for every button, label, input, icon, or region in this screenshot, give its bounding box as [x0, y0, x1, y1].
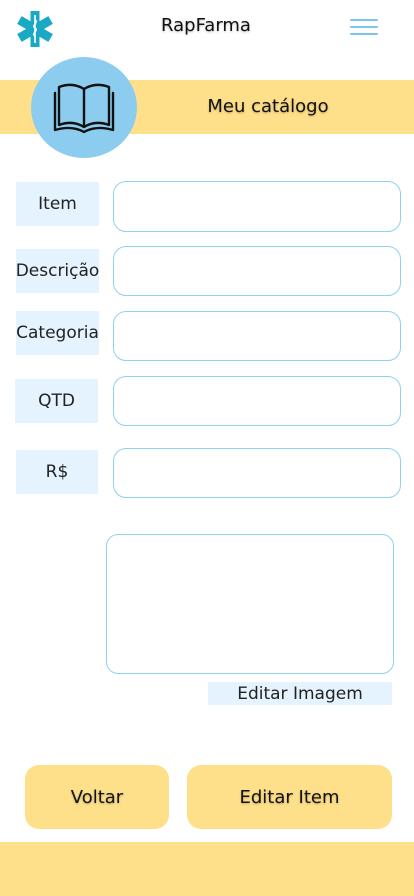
quantity-input[interactable] [113, 376, 401, 426]
item-input[interactable] [113, 181, 401, 232]
price-input[interactable] [113, 448, 401, 498]
edit-item-button[interactable]: Editar Item [187, 765, 392, 829]
category-input[interactable] [113, 311, 401, 361]
description-input[interactable] [113, 246, 401, 296]
item-label: Item [16, 182, 99, 226]
top-bar: RapFarma [0, 0, 414, 56]
quantity-label: QTD [15, 379, 98, 423]
category-label: Categoria [16, 311, 99, 355]
description-label: Descrição [16, 249, 99, 293]
hamburger-menu-icon[interactable] [349, 18, 379, 36]
page-title: Meu catálogo [207, 96, 329, 117]
item-image-preview[interactable] [106, 534, 394, 674]
price-label: R$ [16, 450, 98, 494]
open-book-icon [31, 57, 137, 158]
footer-bar [0, 842, 414, 896]
edit-image-button[interactable]: Editar Imagem [208, 682, 392, 705]
back-button[interactable]: Voltar [25, 765, 169, 829]
